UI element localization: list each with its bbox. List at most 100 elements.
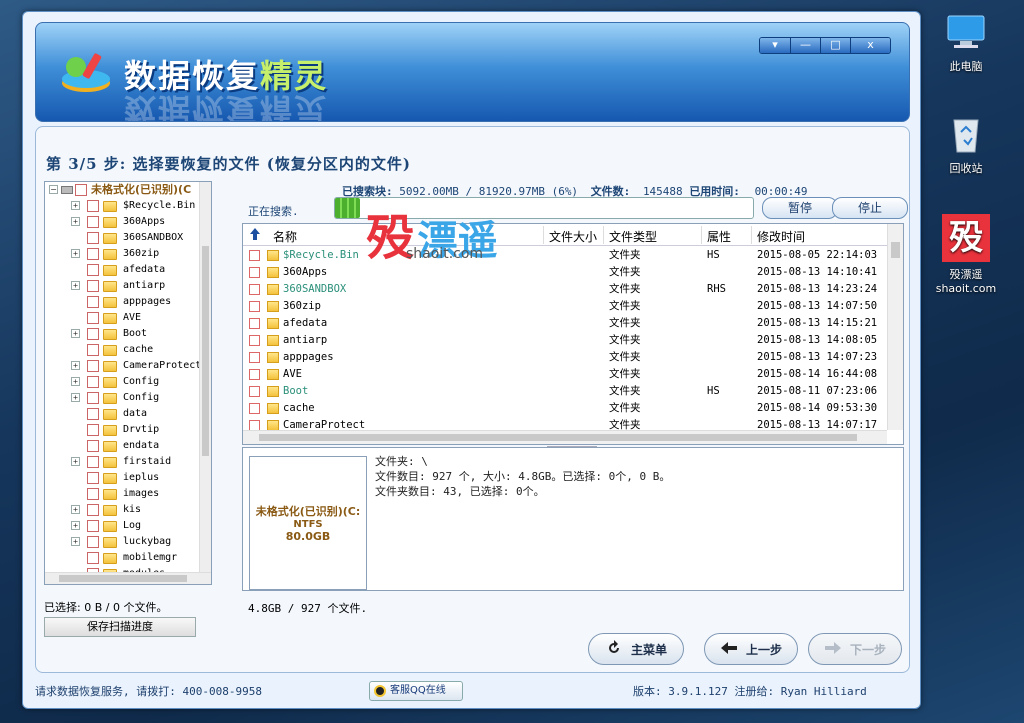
tree-vertical-scrollbar[interactable] bbox=[199, 182, 211, 572]
qq-support-button[interactable]: 客服QQ在线 bbox=[369, 681, 463, 701]
file-list-horizontal-scrollbar[interactable] bbox=[243, 430, 887, 444]
tree-item[interactable]: afedata bbox=[45, 262, 199, 278]
tree-item-checkbox[interactable] bbox=[87, 408, 99, 420]
file-row-checkbox[interactable] bbox=[249, 250, 260, 261]
tree-item-checkbox[interactable] bbox=[87, 232, 99, 244]
tree-item[interactable]: Drvtip bbox=[45, 422, 199, 438]
minimize-button[interactable]: — bbox=[790, 38, 820, 53]
tree-item-checkbox[interactable] bbox=[87, 536, 99, 548]
tree-item[interactable]: + $Recycle.Bin bbox=[45, 198, 199, 214]
up-arrow-icon[interactable] bbox=[249, 227, 261, 244]
collapse-icon[interactable]: − bbox=[49, 185, 58, 194]
tree-item[interactable]: ieplus bbox=[45, 470, 199, 486]
column-name[interactable]: 名称 bbox=[273, 228, 297, 245]
expand-icon[interactable]: + bbox=[71, 393, 80, 402]
expand-icon[interactable]: + bbox=[71, 249, 80, 258]
tree-vertical-thumb[interactable] bbox=[202, 246, 209, 456]
tree-item[interactable]: + Log bbox=[45, 518, 199, 534]
tree-horizontal-thumb[interactable] bbox=[59, 575, 187, 582]
file-row[interactable]: Boot 文件夹 HS 2015-08-11 07:23:06 bbox=[243, 383, 887, 400]
tree-item[interactable]: + CameraProtect bbox=[45, 358, 199, 374]
file-list-horizontal-thumb[interactable] bbox=[259, 434, 857, 441]
file-row[interactable]: 360SANDBOX 文件夹 RHS 2015-08-13 14:23:24 bbox=[243, 281, 887, 298]
expand-icon[interactable]: + bbox=[71, 377, 80, 386]
tree-item[interactable]: + firstaid bbox=[45, 454, 199, 470]
file-row-checkbox[interactable] bbox=[249, 369, 260, 380]
next-step-button[interactable]: 下一步 bbox=[808, 633, 902, 665]
tree-root[interactable]: − 未格式化(已识别)(C bbox=[45, 182, 199, 198]
menu-dropdown-button[interactable]: ▾ bbox=[760, 38, 790, 53]
tree-root-checkbox[interactable] bbox=[75, 184, 87, 196]
file-row[interactable]: AVE 文件夹 2015-08-14 16:44:08 bbox=[243, 366, 887, 383]
file-row[interactable]: afedata 文件夹 2015-08-13 14:15:21 bbox=[243, 315, 887, 332]
file-row[interactable]: $Recycle.Bin 文件夹 HS 2015-08-05 22:14:03 bbox=[243, 247, 887, 264]
pause-button[interactable]: 暂停 bbox=[762, 197, 838, 219]
tree-item[interactable]: cache bbox=[45, 342, 199, 358]
tree-item[interactable]: apppages bbox=[45, 294, 199, 310]
file-row-checkbox[interactable] bbox=[249, 318, 260, 329]
tree-item-checkbox[interactable] bbox=[87, 200, 99, 212]
file-row[interactable]: 360Apps 文件夹 2015-08-13 14:10:41 bbox=[243, 264, 887, 281]
tree-horizontal-scrollbar[interactable] bbox=[45, 572, 211, 584]
expand-icon[interactable]: + bbox=[71, 329, 80, 338]
tree-item[interactable]: data bbox=[45, 406, 199, 422]
tree-item[interactable]: + luckybag bbox=[45, 534, 199, 550]
previous-step-button[interactable]: 上一步 bbox=[704, 633, 798, 665]
expand-icon[interactable]: + bbox=[71, 521, 80, 530]
tree-item-checkbox[interactable] bbox=[87, 216, 99, 228]
tree-item-checkbox[interactable] bbox=[87, 280, 99, 292]
folder-tree[interactable]: − 未格式化(已识别)(C + $Recycle.Bin +360Apps 360SA… bbox=[44, 181, 212, 585]
close-button[interactable]: x bbox=[850, 38, 890, 53]
maximize-button[interactable]: □ bbox=[820, 38, 850, 53]
file-row-checkbox[interactable] bbox=[249, 420, 260, 430]
tree-item-checkbox[interactable] bbox=[87, 328, 99, 340]
tree-item-checkbox[interactable] bbox=[87, 392, 99, 404]
desktop-icon-recycle-bin[interactable]: 回收站 bbox=[931, 112, 1001, 176]
tree-item-checkbox[interactable] bbox=[87, 312, 99, 324]
tree-item-checkbox[interactable] bbox=[87, 520, 99, 532]
file-row-checkbox[interactable] bbox=[249, 284, 260, 295]
expand-icon[interactable]: + bbox=[71, 361, 80, 370]
file-row-checkbox[interactable] bbox=[249, 301, 260, 312]
file-row-checkbox[interactable] bbox=[249, 352, 260, 363]
tree-item-checkbox[interactable] bbox=[87, 456, 99, 468]
tree-item-checkbox[interactable] bbox=[87, 504, 99, 516]
tree-item[interactable]: + kis bbox=[45, 502, 199, 518]
tree-item-checkbox[interactable] bbox=[87, 360, 99, 372]
tree-item[interactable]: endata bbox=[45, 438, 199, 454]
file-row[interactable]: 360zip 文件夹 2015-08-13 14:07:50 bbox=[243, 298, 887, 315]
tree-item[interactable]: mobilemgr bbox=[45, 550, 199, 566]
tree-item[interactable]: +360Apps bbox=[45, 214, 199, 230]
expand-icon[interactable]: + bbox=[71, 537, 80, 546]
tree-item-checkbox[interactable] bbox=[87, 344, 99, 356]
file-row[interactable]: CameraProtect 文件夹 2015-08-13 14:07:17 bbox=[243, 417, 887, 430]
file-row-checkbox[interactable] bbox=[249, 335, 260, 346]
tree-item[interactable]: images bbox=[45, 486, 199, 502]
expand-icon[interactable]: + bbox=[71, 201, 80, 210]
tree-item[interactable]: + Config bbox=[45, 374, 199, 390]
tree-item-checkbox[interactable] bbox=[87, 440, 99, 452]
tree-item[interactable]: + Boot bbox=[45, 326, 199, 342]
tree-item[interactable]: 360SANDBOX bbox=[45, 230, 199, 246]
desktop-icon-this-pc[interactable]: 此电脑 bbox=[931, 10, 1001, 74]
desktop-icon-shaoit[interactable]: 殁 殁漂遥 shaoit.com bbox=[931, 214, 1001, 295]
column-modified[interactable]: 修改时间 bbox=[757, 228, 805, 245]
file-row[interactable]: apppages 文件夹 2015-08-13 14:07:23 bbox=[243, 349, 887, 366]
tree-item-checkbox[interactable] bbox=[87, 472, 99, 484]
tree-item-checkbox[interactable] bbox=[87, 376, 99, 388]
column-size[interactable]: 文件大小 bbox=[549, 228, 597, 245]
expand-icon[interactable]: + bbox=[71, 217, 80, 226]
tree-item[interactable]: + antiarp bbox=[45, 278, 199, 294]
tree-item-checkbox[interactable] bbox=[87, 264, 99, 276]
tree-item-checkbox[interactable] bbox=[87, 296, 99, 308]
file-row-checkbox[interactable] bbox=[249, 403, 260, 414]
expand-icon[interactable]: + bbox=[71, 281, 80, 290]
file-row-checkbox[interactable] bbox=[249, 267, 260, 278]
tree-item-checkbox[interactable] bbox=[87, 488, 99, 500]
expand-icon[interactable]: + bbox=[71, 505, 80, 514]
tree-item[interactable]: AVE bbox=[45, 310, 199, 326]
file-row-checkbox[interactable] bbox=[249, 386, 260, 397]
column-attr[interactable]: 属性 bbox=[707, 228, 731, 245]
tree-item[interactable]: +360zip bbox=[45, 246, 199, 262]
main-menu-button[interactable]: 主菜单 bbox=[588, 633, 684, 665]
